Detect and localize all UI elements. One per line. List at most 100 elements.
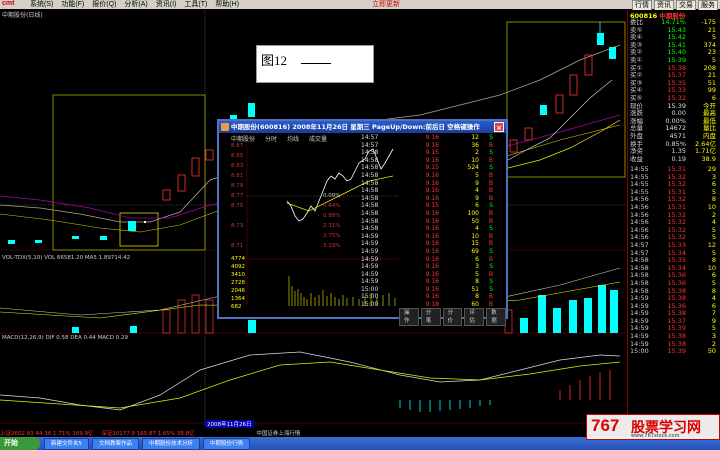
candle-doji	[144, 221, 146, 223]
tick-time: 14:58	[361, 194, 379, 202]
tick-direction: S	[489, 285, 493, 293]
tick-price: 9.16	[425, 247, 439, 255]
tick-row: 15:00 9.16 51 S	[361, 286, 507, 294]
start-button[interactable]: 开始	[0, 437, 40, 450]
volume-bar	[569, 300, 577, 333]
quote-label: 收益	[630, 154, 643, 163]
tick-row: 14:58 9.15 6 S	[361, 202, 507, 210]
task-item[interactable]: 中期股份技术分析	[142, 438, 201, 450]
tick-time: 14:58	[361, 187, 379, 195]
candle	[205, 149, 214, 161]
crosshair-date: 2008年11月26日	[205, 420, 254, 428]
tick-volume: 9	[475, 194, 479, 202]
tick-time: 14:59	[361, 232, 379, 240]
tick-time: 14:59	[361, 263, 379, 271]
tick-volume: 100	[467, 209, 479, 217]
tick-direction: B	[488, 209, 493, 217]
volume-bar	[72, 327, 79, 333]
macd-dea-line	[0, 361, 621, 409]
footer-button-eval[interactable]: 评估	[464, 308, 485, 326]
tick-direction: S	[489, 202, 493, 210]
tick-direction: B	[488, 156, 493, 164]
footer-button-price[interactable]: 分价	[442, 308, 463, 326]
quote-tick-time: 15:00	[630, 347, 649, 356]
volume-bar	[520, 318, 528, 333]
pct-label: 0.88%	[323, 213, 341, 219]
tick-price: 9.16	[425, 171, 439, 179]
quote-row: 收益 0.19 38.9	[630, 154, 716, 164]
tick-direction: B	[488, 232, 493, 240]
pct-label: 2.75%	[323, 233, 341, 239]
highlight-box-right	[506, 21, 626, 178]
tick-price: 9.16	[425, 263, 439, 271]
tick-row: 14:59 9.16 10 B	[361, 233, 507, 241]
candle	[128, 221, 136, 231]
taskbar-tasks: 新建文件夹5 文档教案作品 中期股份技术分析 中期股份行情	[44, 438, 251, 450]
candle	[540, 105, 547, 115]
tick-price: 9.16	[425, 141, 439, 149]
candle	[191, 157, 200, 177]
candle	[162, 189, 171, 201]
tick-volume: 51	[471, 285, 479, 293]
tick-price: 9.16	[425, 134, 439, 141]
tick-time: 14:59	[361, 270, 379, 278]
footer-button-ticks[interactable]: 分笔	[420, 308, 441, 326]
tick-row: 14:57 9.16 12 S	[361, 134, 507, 142]
tick-direction: B	[488, 293, 493, 301]
tick-price: 9.16	[425, 255, 439, 263]
tick-volume: 2	[475, 149, 479, 157]
tick-time: 15:00	[361, 301, 379, 309]
tick-direction: S	[489, 278, 493, 286]
tick-row: 14:58 9.16 50 B	[361, 218, 507, 226]
tick-volume: 524	[467, 164, 479, 172]
tick-time: 14:59	[361, 240, 379, 248]
tick-time: 14:59	[361, 278, 379, 286]
tick-row: 14:59 9.16 3 S	[361, 263, 507, 271]
pct-label: 2.31%	[323, 223, 341, 229]
tick-time: 14:58	[361, 156, 379, 164]
candle	[177, 174, 186, 192]
candle	[609, 47, 616, 59]
tick-price: 9.15	[425, 164, 439, 172]
volume-bar	[553, 308, 561, 333]
candle	[597, 33, 604, 45]
candle	[35, 240, 42, 243]
task-item[interactable]: 新建文件夹5	[44, 438, 89, 450]
tick-volume: 10	[471, 232, 479, 240]
task-item[interactable]: 文档教案作品	[92, 438, 140, 450]
quote-volume: 38.9	[701, 154, 716, 163]
tick-volume: 15	[471, 240, 479, 248]
tick-direction: B	[488, 194, 493, 202]
tick-direction: B	[488, 255, 493, 263]
tick-direction: B	[488, 141, 493, 149]
candle	[100, 236, 107, 240]
tick-volume: 6	[475, 202, 479, 210]
tick-price: 9.16	[425, 285, 439, 293]
candle	[8, 240, 15, 244]
task-item[interactable]: 中期股份行情	[203, 438, 251, 450]
footer-button-ops[interactable]: 操作	[399, 308, 419, 326]
tick-price: 9.16	[425, 240, 439, 248]
intraday-window[interactable]: 中期股份(600816) 2008年11月26日 星期三 PageUp/Down…	[217, 119, 508, 326]
tick-row: 14:59 9.16 6 B	[361, 256, 507, 264]
footer-button-data[interactable]: 数据	[486, 308, 506, 326]
tick-row: 14:58 9.16 9 B	[361, 195, 507, 203]
volume-bar	[584, 298, 592, 333]
macd-histogram-red	[559, 370, 611, 400]
tick-time: 14:58	[361, 179, 379, 187]
pct-label: 0.44%	[323, 203, 341, 209]
tick-row: 14:59 9.16 5 B	[361, 271, 507, 279]
annotation-text: 图12	[261, 53, 288, 68]
macd-indicator-label: MACD(12,26,9) DIF 0.58 DEA 0.44 MACD 0.2…	[2, 335, 128, 341]
status-bar: 上证2602.93 44.36 1.71% 169.9亿 深证10177.9 1…	[0, 429, 627, 437]
tick-row: 14:58 9.16 10 B	[361, 157, 507, 165]
tick-row: 15:00 9.16 8 B	[361, 293, 507, 301]
quote-ticks: 14:55 15.31 29 14:55 15.32 3 14:55 15.32 6 14:55 1…	[630, 165, 716, 356]
intraday-footer: 操作 分笔 分价 评估 数据	[399, 308, 506, 326]
tick-direction: B	[488, 187, 493, 195]
volume-bar	[248, 320, 256, 333]
tick-volume: 4	[475, 187, 479, 195]
tick-price: 9.16	[425, 225, 439, 233]
annotation-note: 图12	[256, 45, 374, 83]
intraday-tick-table: 14:57 9.16 12 S 14:57 9.16 36 B 14:58 9.15 2 S 14:58…	[361, 134, 507, 309]
